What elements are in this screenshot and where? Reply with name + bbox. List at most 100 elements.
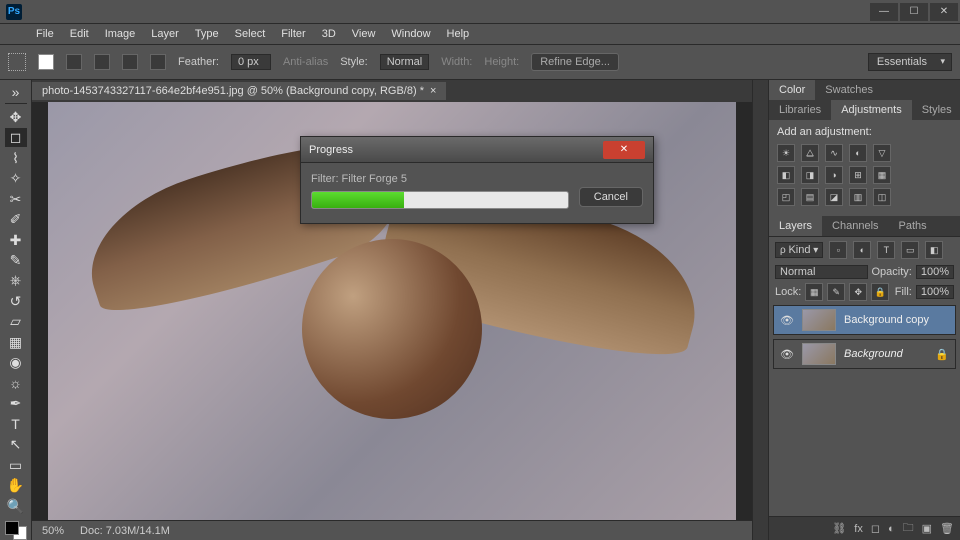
layer-row[interactable]: 👁 Background copy bbox=[773, 305, 956, 335]
lock-pos-icon[interactable]: ✥ bbox=[849, 283, 867, 301]
menu-edit[interactable]: Edit bbox=[62, 28, 97, 40]
menu-select[interactable]: Select bbox=[227, 28, 274, 40]
tab-libraries[interactable]: Libraries bbox=[769, 100, 831, 120]
collapse-tools-icon[interactable]: » bbox=[5, 84, 27, 104]
filter-shape-icon[interactable]: ▭ bbox=[901, 241, 919, 259]
selection-add-icon[interactable] bbox=[94, 54, 110, 70]
selection-intersect-icon[interactable] bbox=[150, 54, 166, 70]
hand-tool-icon[interactable]: ✋ bbox=[5, 476, 27, 494]
tab-styles[interactable]: Styles bbox=[912, 100, 960, 120]
lock-all-icon[interactable]: 🔒 bbox=[871, 283, 889, 301]
pen-tool-icon[interactable]: ✒ bbox=[5, 395, 27, 413]
swatch-icon[interactable] bbox=[38, 54, 54, 70]
active-tool-icon[interactable] bbox=[8, 53, 26, 71]
new-group-icon[interactable]: 🗀 bbox=[903, 519, 914, 538]
tab-adjustments[interactable]: Adjustments bbox=[831, 100, 912, 120]
visibility-icon[interactable]: 👁 bbox=[780, 348, 794, 361]
fg-color-icon[interactable] bbox=[5, 521, 19, 535]
menu-3d[interactable]: 3D bbox=[314, 28, 344, 40]
menu-type[interactable]: Type bbox=[187, 28, 227, 40]
curves-icon[interactable]: ∿ bbox=[825, 144, 843, 162]
filter-type-icon[interactable]: T bbox=[877, 241, 895, 259]
invert-icon[interactable]: ◰ bbox=[777, 188, 795, 206]
color-lookup-icon[interactable]: ▦ bbox=[873, 166, 891, 184]
antialias-checkbox[interactable]: Anti-alias bbox=[283, 56, 328, 68]
style-select[interactable]: Normal bbox=[380, 54, 429, 70]
zoom-tool-icon[interactable]: 🔍 bbox=[5, 497, 27, 515]
gradient-map-icon[interactable]: ▥ bbox=[849, 188, 867, 206]
menu-help[interactable]: Help bbox=[439, 28, 478, 40]
menu-file[interactable]: File bbox=[28, 28, 62, 40]
close-window-button[interactable]: ✕ bbox=[930, 3, 958, 21]
tab-paths[interactable]: Paths bbox=[889, 216, 937, 236]
visibility-icon[interactable]: 👁 bbox=[780, 314, 794, 327]
selection-sub-icon[interactable] bbox=[122, 54, 138, 70]
eraser-tool-icon[interactable]: ▱ bbox=[5, 313, 27, 331]
filter-pixel-icon[interactable]: ▫ bbox=[829, 241, 847, 259]
cancel-button[interactable]: Cancel bbox=[579, 187, 643, 207]
eyedropper-tool-icon[interactable]: ✐ bbox=[5, 210, 27, 228]
dialog-close-button[interactable]: ✕ bbox=[603, 141, 645, 159]
history-brush-tool-icon[interactable]: ↺ bbox=[5, 292, 27, 310]
marquee-tool-icon[interactable]: ◻ bbox=[5, 128, 27, 146]
stamp-tool-icon[interactable]: ⎈ bbox=[5, 272, 27, 290]
new-layer-icon[interactable]: ▣ bbox=[922, 522, 932, 535]
workspace-switcher[interactable]: Essentials bbox=[868, 53, 952, 71]
lock-pixel-icon[interactable]: ✎ bbox=[827, 283, 845, 301]
layer-row[interactable]: 👁 Background 🔒 bbox=[773, 339, 956, 369]
blur-tool-icon[interactable]: ◉ bbox=[5, 354, 27, 372]
layer-thumb[interactable] bbox=[802, 343, 836, 365]
path-select-tool-icon[interactable]: ↖ bbox=[5, 436, 27, 454]
minimize-button[interactable]: — bbox=[870, 3, 898, 21]
right-dock-strip[interactable] bbox=[752, 80, 768, 540]
wand-tool-icon[interactable]: ✧ bbox=[5, 169, 27, 187]
brightness-icon[interactable]: ☀ bbox=[777, 144, 795, 162]
layer-filter-kind[interactable]: ρ Kind ▾ bbox=[775, 242, 823, 258]
link-layers-icon[interactable]: ⛓ bbox=[832, 522, 846, 535]
layer-thumb[interactable] bbox=[802, 309, 836, 331]
menu-image[interactable]: Image bbox=[97, 28, 144, 40]
filter-smart-icon[interactable]: ◧ bbox=[925, 241, 943, 259]
shape-tool-icon[interactable]: ▭ bbox=[5, 456, 27, 474]
dialog-titlebar[interactable]: Progress ✕ bbox=[301, 137, 653, 163]
mask-icon[interactable]: ◻ bbox=[871, 522, 880, 535]
tab-swatches[interactable]: Swatches bbox=[815, 80, 883, 100]
delete-layer-icon[interactable]: 🗑 bbox=[940, 522, 954, 535]
menu-filter[interactable]: Filter bbox=[273, 28, 313, 40]
tab-color[interactable]: Color bbox=[769, 80, 815, 100]
menu-window[interactable]: Window bbox=[383, 28, 438, 40]
selective-color-icon[interactable]: ◫ bbox=[873, 188, 891, 206]
posterize-icon[interactable]: ▤ bbox=[801, 188, 819, 206]
menu-view[interactable]: View bbox=[344, 28, 384, 40]
color-swatches[interactable] bbox=[5, 521, 27, 539]
new-fill-icon[interactable]: ◐ bbox=[888, 523, 895, 535]
lasso-tool-icon[interactable]: ⌇ bbox=[5, 149, 27, 167]
heal-tool-icon[interactable]: ✚ bbox=[5, 231, 27, 249]
bw-icon[interactable]: ◨ bbox=[801, 166, 819, 184]
refine-edge-button[interactable]: Refine Edge... bbox=[531, 53, 619, 71]
threshold-icon[interactable]: ◪ bbox=[825, 188, 843, 206]
opacity-input[interactable]: 100% bbox=[916, 265, 954, 279]
tab-layers[interactable]: Layers bbox=[769, 216, 822, 236]
fill-input[interactable]: 100% bbox=[916, 285, 954, 299]
lock-trans-icon[interactable]: ▦ bbox=[805, 283, 823, 301]
close-tab-icon[interactable]: × bbox=[430, 85, 436, 97]
menu-layer[interactable]: Layer bbox=[143, 28, 187, 40]
tab-channels[interactable]: Channels bbox=[822, 216, 888, 236]
levels-icon[interactable]: ⧋ bbox=[801, 144, 819, 162]
brush-tool-icon[interactable]: ✎ bbox=[5, 251, 27, 269]
crop-tool-icon[interactable]: ✂ bbox=[5, 190, 27, 208]
zoom-level[interactable]: 50% bbox=[42, 525, 64, 537]
feather-input[interactable]: 0 px bbox=[231, 54, 271, 70]
blend-mode-select[interactable]: Normal bbox=[775, 265, 868, 279]
selection-new-icon[interactable] bbox=[66, 54, 82, 70]
hue-icon[interactable]: ◧ bbox=[777, 166, 795, 184]
filter-adj-icon[interactable]: ◐ bbox=[853, 241, 871, 259]
exposure-icon[interactable]: ◐ bbox=[849, 144, 867, 162]
gradient-tool-icon[interactable]: ▦ bbox=[5, 333, 27, 351]
dodge-tool-icon[interactable]: ☼ bbox=[5, 374, 27, 392]
document-tab[interactable]: photo-1453743327117-664e2bf4e951.jpg @ 5… bbox=[32, 82, 446, 100]
fx-icon[interactable]: fx bbox=[854, 523, 863, 535]
maximize-button[interactable]: ☐ bbox=[900, 3, 928, 21]
move-tool-icon[interactable]: ✥ bbox=[5, 108, 27, 126]
